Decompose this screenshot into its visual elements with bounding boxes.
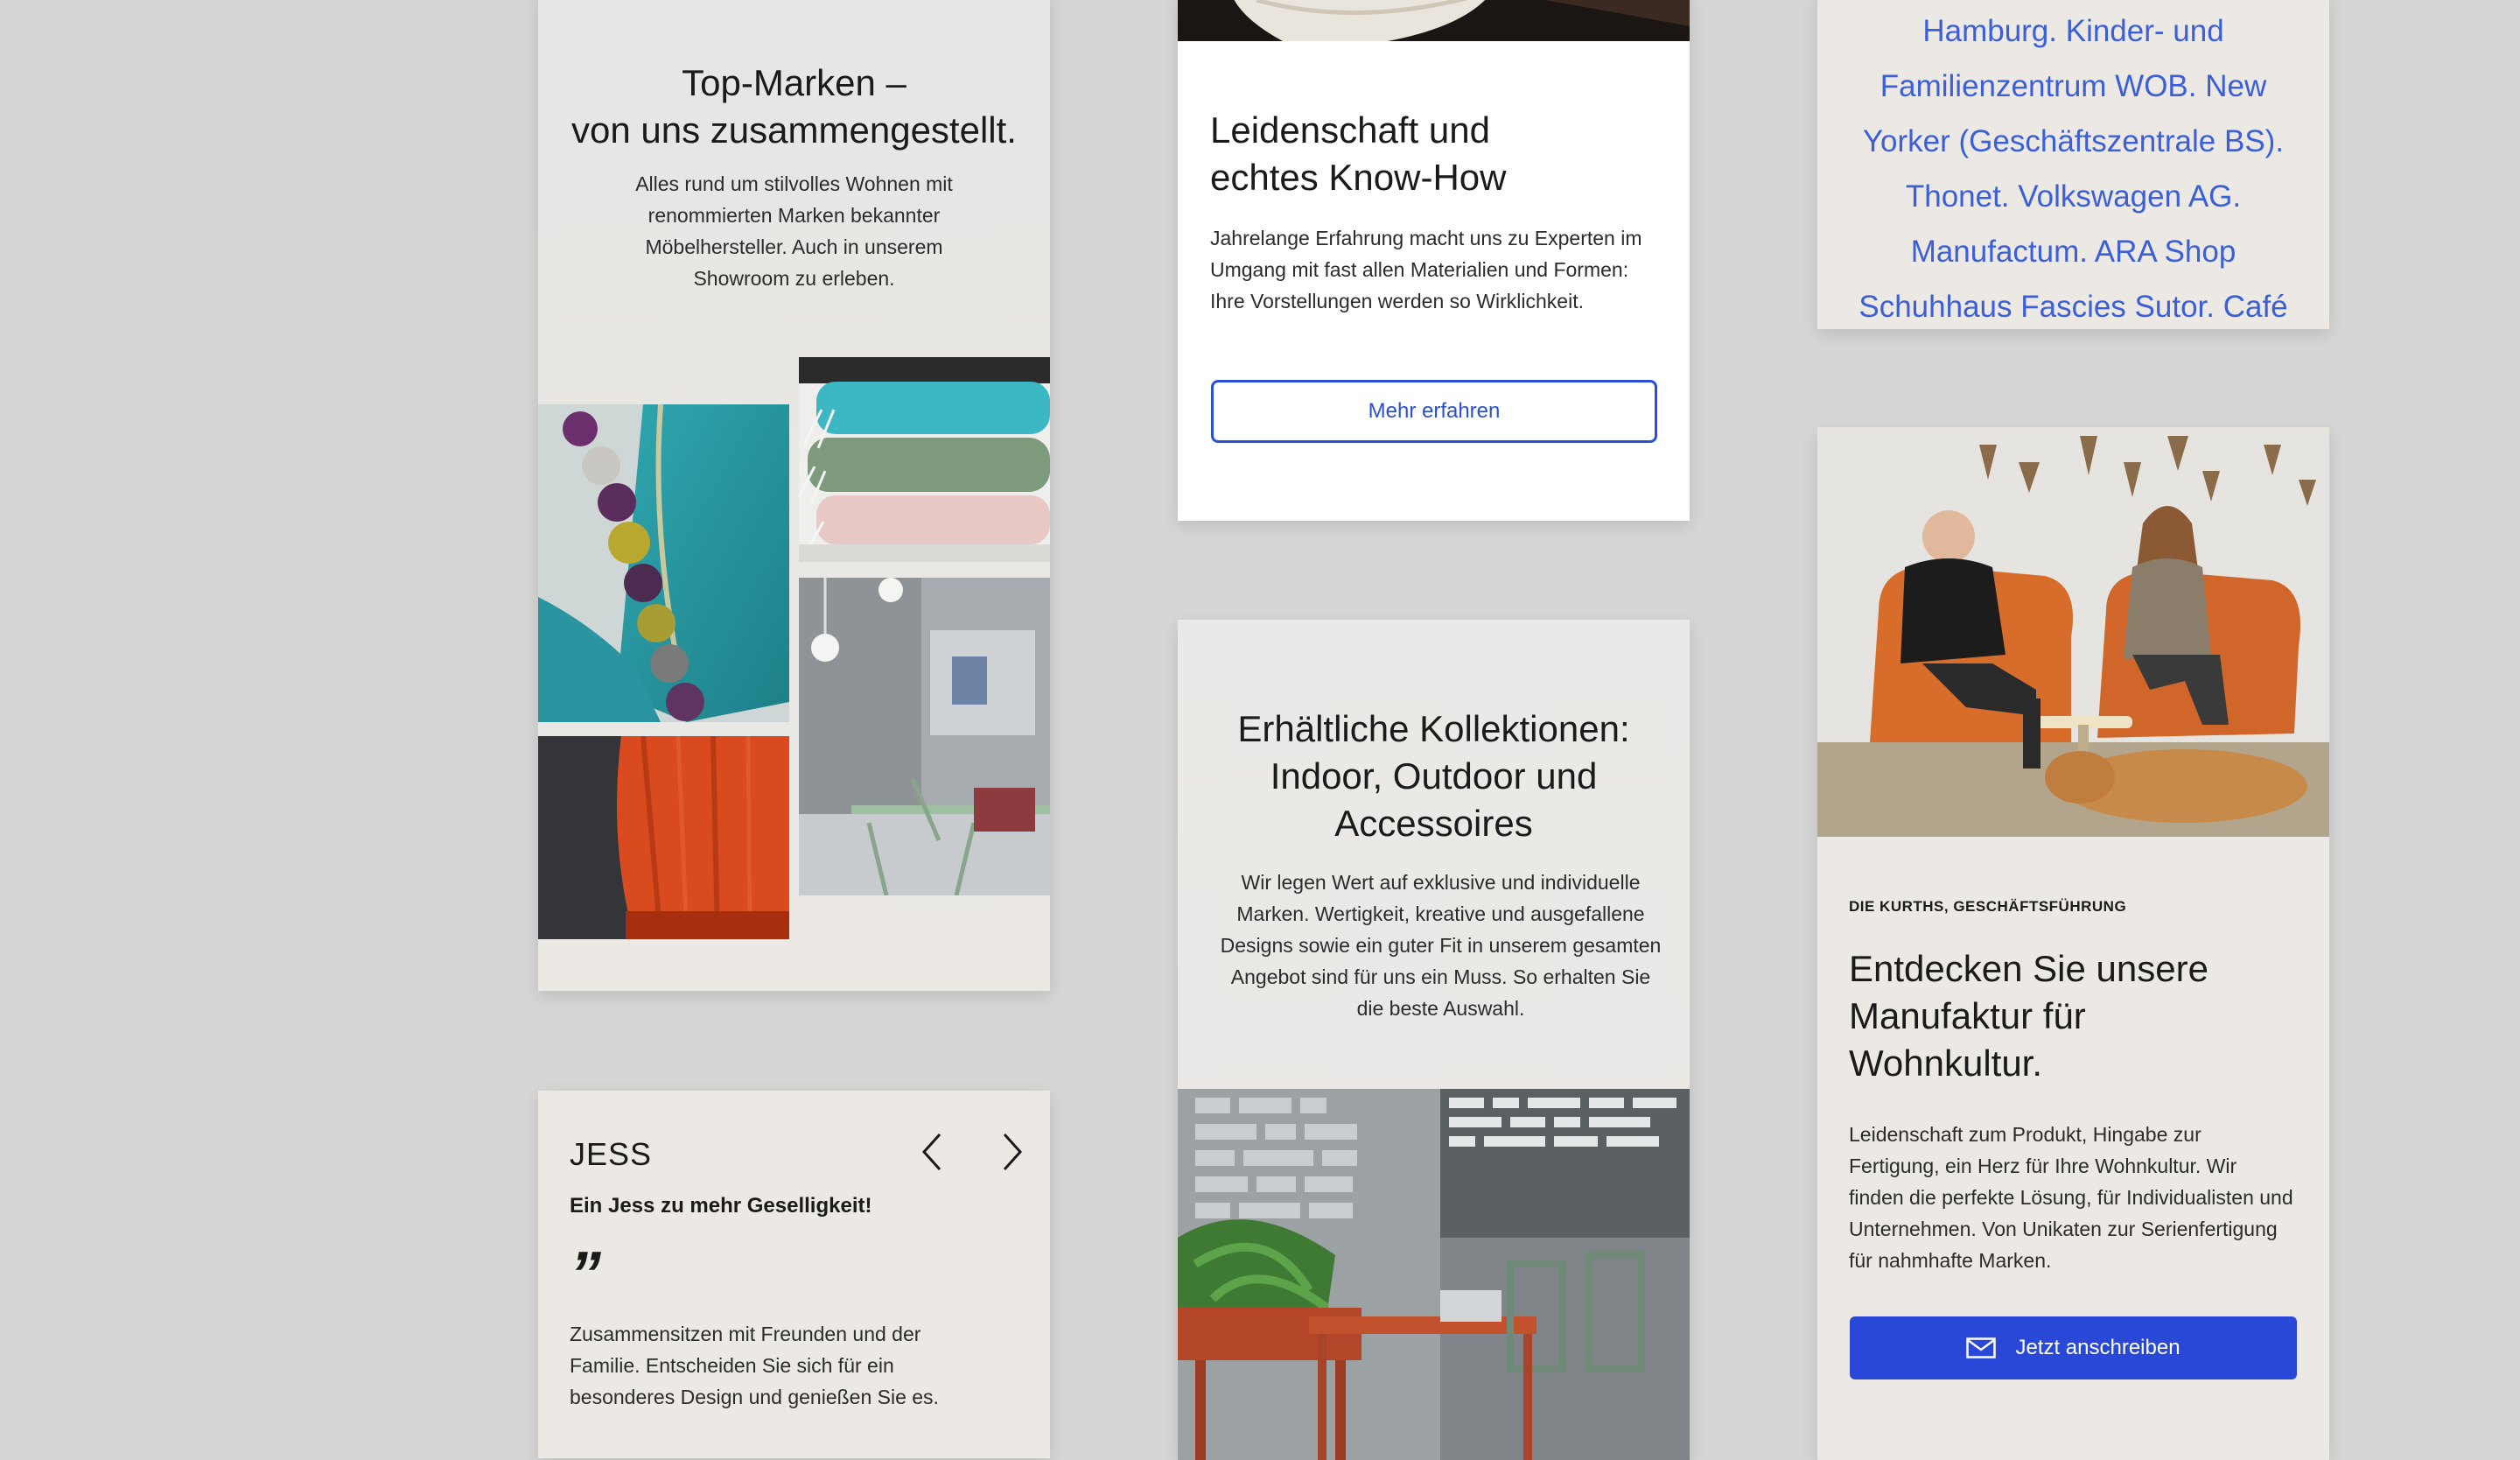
- contact-button-label: Jetzt anschreiben: [2015, 1336, 2180, 1359]
- fabric-closeup-image: [1178, 0, 1690, 41]
- chevron-left-icon: [921, 1133, 942, 1171]
- brands-title: Top-Marken – von uns zusammengestellt.: [538, 60, 1050, 154]
- testimonial-text: Zusammensitzen mit Freunden und der Fami…: [570, 1323, 939, 1408]
- brands-card: Top-Marken – von uns zusammengestellt. A…: [538, 0, 1050, 991]
- outdoor-furniture-image: [1178, 1089, 1690, 1460]
- manufaktur-description: Leidenschaft zum Produkt, Hingabe zur Fe…: [1849, 1123, 2293, 1272]
- client-line: Manufactum. ARA Shop: [1910, 235, 2236, 269]
- dining-room-image: [799, 578, 1050, 895]
- client-line: Yorker (Geschäftszentrale BS).: [1862, 124, 2285, 158]
- testimonial-subtitle: Ein Jess zu mehr Geselligkeit!: [570, 1194, 872, 1218]
- manufaktur-title-line1: Entdecken Sie unsere: [1849, 948, 2208, 989]
- client-line: Schuhhaus Fascies Sutor. Café: [1858, 290, 2288, 324]
- carousel-prev-button[interactable]: [906, 1127, 958, 1176]
- quote-mark: ”: [570, 1239, 601, 1309]
- collections-title-line1: Erhältliche Kollektionen:: [1237, 708, 1630, 749]
- knowhow-description: Jahrelange Erfahrung macht uns zu Expert…: [1210, 227, 1642, 312]
- manufaktur-card: DIE KURTHS, GESCHÄFTSFÜHRUNG Entdecken S…: [1817, 427, 2329, 1460]
- brands-title-line2: von uns zusammengestellt.: [571, 109, 1017, 151]
- brands-title-line1: Top-Marken –: [682, 62, 906, 103]
- manufaktur-title-line2: Manufaktur für: [1849, 995, 2086, 1036]
- collections-description: Wir legen Wert auf exklusive und individ…: [1220, 871, 1662, 1020]
- client-line: Familienzentrum WOB. New: [1880, 69, 2267, 103]
- carousel-next-button[interactable]: [986, 1127, 1039, 1176]
- more-info-button-label: Mehr erfahren: [1368, 399, 1501, 423]
- knowhow-title-line1: Leidenschaft und: [1210, 109, 1490, 151]
- brands-description: Alles rund um stilvolles Wohnen mit reno…: [635, 172, 953, 290]
- client-line: Thonet. Volkswagen AG.: [1905, 179, 2242, 214]
- contact-button[interactable]: Jetzt anschreiben: [1850, 1316, 2297, 1379]
- red-cushion-image: [538, 736, 789, 939]
- pompom-pillow-image: [538, 404, 789, 722]
- testimonial-name: JESS: [570, 1136, 653, 1172]
- collections-title-line3: Accessoires: [1334, 803, 1533, 844]
- client-line: Hamburg. Kinder- und: [1922, 14, 2224, 48]
- testimonial-card: JESS Ein Jess zu mehr Geselligkeit! ” Zu…: [538, 1091, 1050, 1458]
- manufaktur-title: Entdecken Sie unsere Manufaktur für Wohn…: [1849, 945, 2208, 1087]
- chevron-right-icon: [1003, 1133, 1023, 1171]
- owners-photo: [1817, 427, 2329, 837]
- manufaktur-title-line3: Wohnkultur.: [1849, 1042, 2043, 1084]
- knowhow-card: Leidenschaft und echtes Know-How Jahrela…: [1178, 0, 1690, 521]
- knowhow-title: Leidenschaft und echtes Know-How: [1210, 107, 1506, 201]
- mail-icon: [1966, 1337, 1997, 1358]
- folded-blankets-image: [799, 357, 1050, 562]
- collections-card: Erhältliche Kollektionen: Indoor, Outdoo…: [1178, 620, 1690, 1460]
- more-info-button[interactable]: Mehr erfahren: [1211, 380, 1657, 443]
- knowhow-title-line2: echtes Know-How: [1210, 157, 1507, 198]
- clients-list: Hamburg. Kinder- und Familienzentrum WOB…: [1817, 4, 2329, 329]
- clients-card: Hamburg. Kinder- und Familienzentrum WOB…: [1817, 0, 2329, 329]
- collections-title-line2: Indoor, Outdoor und: [1270, 755, 1598, 797]
- collections-title: Erhältliche Kollektionen: Indoor, Outdoo…: [1195, 705, 1672, 847]
- manufaktur-eyebrow: DIE KURTHS, GESCHÄFTSFÜHRUNG: [1849, 898, 2127, 915]
